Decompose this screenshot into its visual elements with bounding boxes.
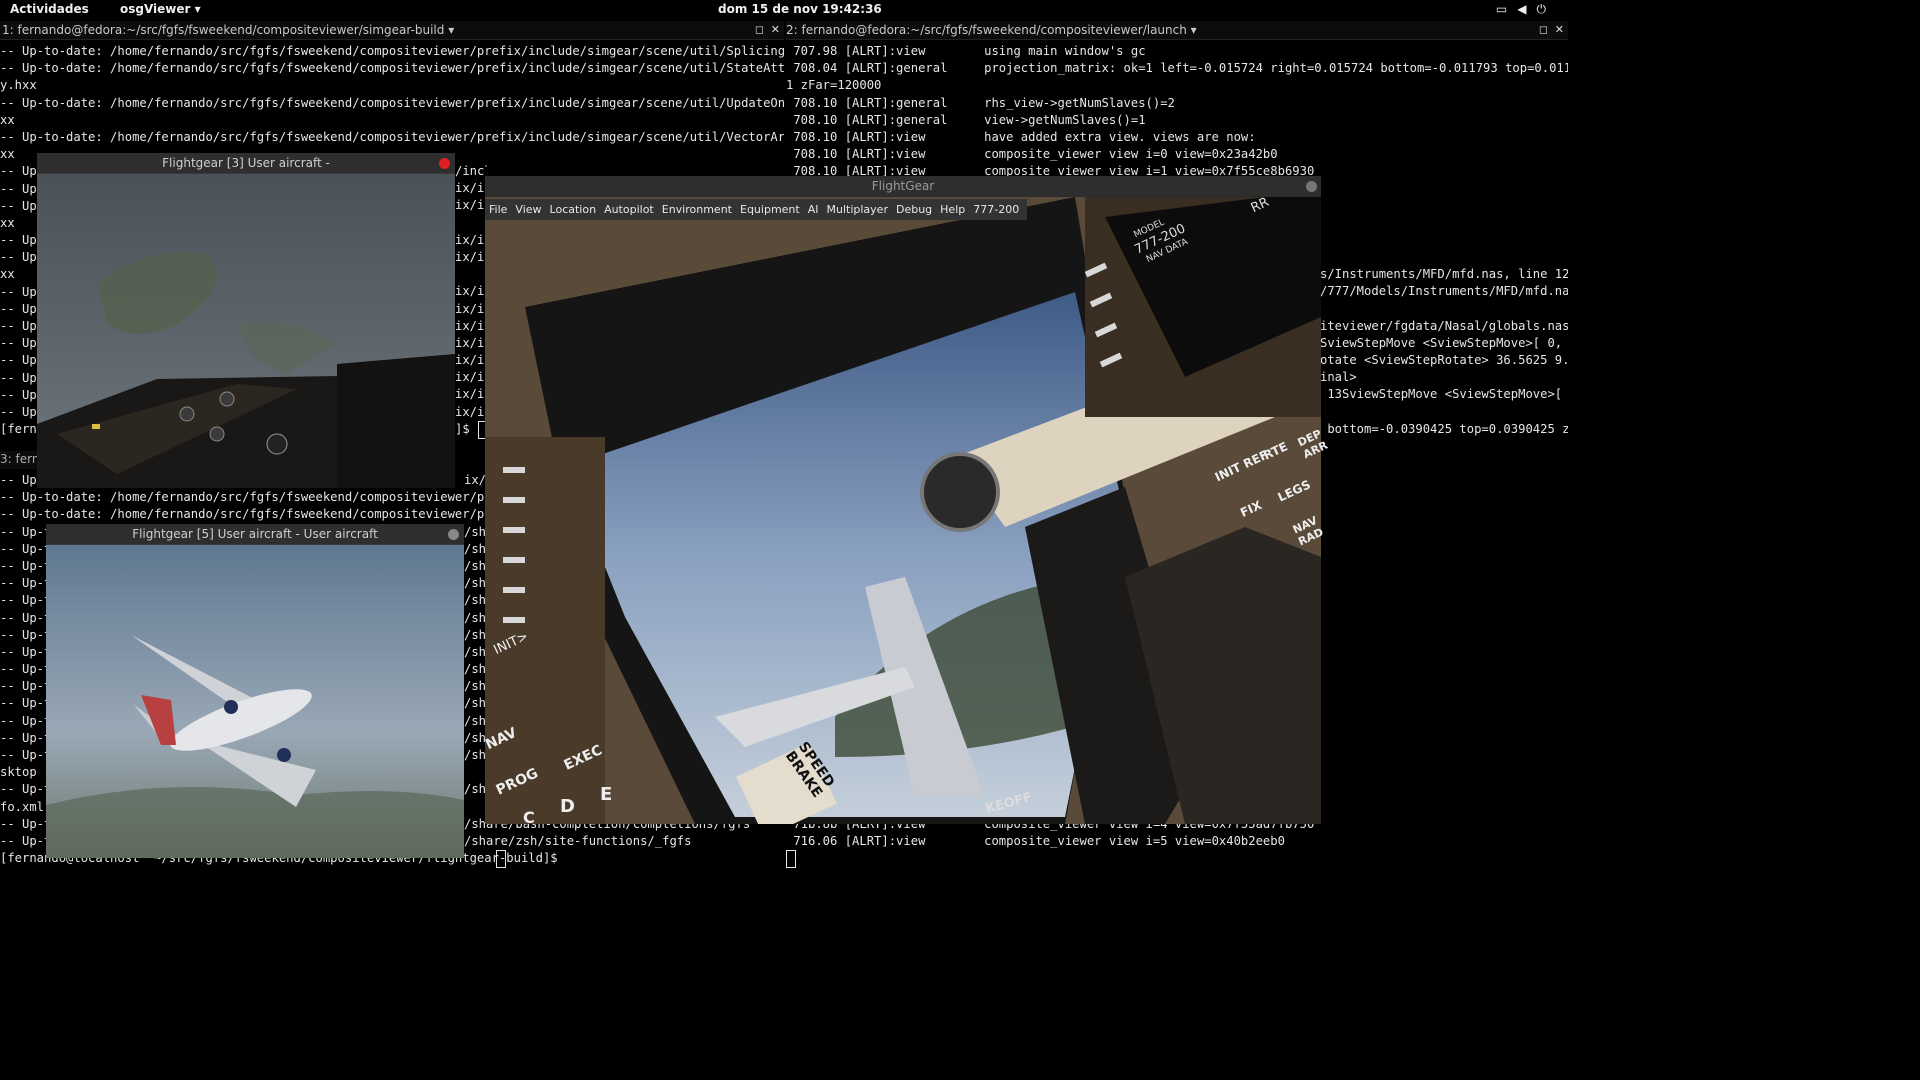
app-menu[interactable]: osgViewer ▾ xyxy=(120,2,201,16)
terminal-line: ix/in xyxy=(455,353,487,368)
close-icon[interactable] xyxy=(448,529,459,540)
terminal-line: ix/in xyxy=(455,335,487,350)
terminal-line: ix/in xyxy=(455,387,487,402)
terminal-line: 708.04 [ALRT]:general projection_matrix:… xyxy=(793,61,1568,76)
menu-item-multiplayer[interactable]: Multiplayer xyxy=(827,203,888,216)
close-icon[interactable]: ✕ xyxy=(771,21,780,39)
close-icon[interactable] xyxy=(439,158,450,169)
terminal-line: 707.98 [ALRT]:view using main window's g… xyxy=(786,44,1146,58)
terminal-line: ix/in xyxy=(455,301,487,316)
close-icon[interactable] xyxy=(1306,181,1317,192)
flightgear-window-5[interactable]: Flightgear [5] User aircraft - User airc… xyxy=(46,524,464,858)
window-title[interactable]: FlightGear xyxy=(485,176,1321,196)
terminal-line: -- Up-to-date: /home/fernando/src/fgfs/f… xyxy=(0,95,784,110)
terminal-line: /share/zsh/site-functions/_fgfs xyxy=(464,833,692,848)
window-icon[interactable]: ▭ xyxy=(1496,2,1517,16)
terminal-line: ix/in xyxy=(455,232,487,247)
chase-view-5[interactable] xyxy=(46,545,464,858)
terminal-line: 708.10 [ALRT]:view composite_viewer view… xyxy=(786,147,1278,162)
terminal-line: 708.10 [ALRT]:general view->getNumSlaves… xyxy=(786,112,1146,127)
top-bar: Actividades osgViewer ▾ dom 15 de nov 19… xyxy=(0,0,1568,21)
terminal-1-title: 1: fernando@fedora:~/src/fgfs/fsweekend/… xyxy=(2,23,445,37)
terminal-line: -- Up-to-date: /home/fernando/src/fgfs/f… xyxy=(0,61,784,76)
flightgear-window-3[interactable]: Flightgear [3] User aircraft - xyxy=(37,153,455,488)
terminal-cursor xyxy=(786,850,796,868)
terminal-line: y.hxx xyxy=(0,78,37,93)
d-key[interactable]: D xyxy=(560,796,575,817)
menu-item-autopilot[interactable]: Autopilot xyxy=(604,203,654,216)
terminal-line: ix/in xyxy=(455,284,487,299)
maximize-icon[interactable]: ◻ xyxy=(1539,21,1548,39)
flightgear-menu-bar[interactable]: File View Location Autopilot Environment Equi… xyxy=(485,199,1028,220)
terminal-2-tab[interactable]: 2: fernando@fedora:~/src/fgfs/fsweekend/… xyxy=(786,21,1568,40)
terminal-line: xx xyxy=(0,112,15,127)
menu-item-location[interactable]: Location xyxy=(550,203,597,216)
terminal-line: ix/in xyxy=(455,198,487,213)
menu-item-777-200[interactable]: 777-200 xyxy=(973,203,1019,216)
maximize-icon[interactable]: ◻ xyxy=(755,21,764,39)
window-title[interactable]: Flightgear [3] User aircraft - xyxy=(37,153,455,173)
menu-item-view[interactable]: View xyxy=(515,203,541,216)
terminal-line: s/Instruments/MFD/mfd.nas, line 122 xyxy=(1320,267,1568,281)
menu-item-environment[interactable]: Environment xyxy=(662,203,732,216)
terminal-line: ix/in xyxy=(455,370,487,385)
window-title[interactable]: Flightgear [5] User aircraft - User airc… xyxy=(46,524,464,544)
terminal-line: ix/in xyxy=(455,249,487,264)
menu-item-help[interactable]: Help xyxy=(940,203,965,216)
e-key[interactable]: E xyxy=(600,784,612,805)
cockpit-view-3[interactable] xyxy=(37,174,455,488)
terminal-line: otate <SviewStepRotate> 36.5625 9.140 xyxy=(1320,352,1568,367)
terminal-line: iteviewer/fgdata/Nasal/globals.nas, l xyxy=(1320,318,1568,333)
menu-item-debug[interactable]: Debug xyxy=(896,203,932,216)
terminal-line: -- Up-to-date: /home/fernando/src/fgfs/f… xyxy=(0,129,784,144)
terminal-line: inal> xyxy=(1320,370,1357,385)
menu-item-equipment[interactable]: Equipment xyxy=(740,203,800,216)
chevron-down-icon[interactable]: ▾ xyxy=(444,23,454,37)
flightgear-main-window[interactable]: FlightGear MODEL 777-200 NAV DATA RR INI… xyxy=(483,176,1330,827)
terminal-3-title[interactable]: 3: fern xyxy=(0,451,40,469)
terminal-1-output-right: /include/simgear/scene/util/project.hxx i… xyxy=(455,163,487,445)
system-tray[interactable]: ▭◀⏻ xyxy=(1496,2,1556,17)
terminal-line: ix/in xyxy=(455,404,487,419)
terminal-line: 708.10 [ALRT]:view have added extra view… xyxy=(786,129,1256,144)
cockpit-view-main[interactable] xyxy=(485,197,1321,824)
activities-button[interactable]: Actividades xyxy=(10,2,89,16)
menu-item-ai[interactable]: AI xyxy=(808,203,819,216)
terminal-line: /include/simgear/scene/util/project.hxx xyxy=(455,164,487,178)
terminal-line: SviewStepMove <SviewStepMove>[ 0, 0, xyxy=(1320,335,1568,350)
terminal-line: /777/Models/Instruments/MFD/mfd.nas, xyxy=(1320,284,1568,299)
terminal-1-tab[interactable]: 1: fernando@fedora:~/src/fgfs/fsweekend/… xyxy=(0,21,784,40)
terminal-line: ix/in xyxy=(455,181,487,196)
terminal-2-output-right: s/Instruments/MFD/mfd.nas, line 122/777/… xyxy=(1320,266,1568,686)
terminal-line: 1 zFar=120000 xyxy=(786,78,882,93)
terminal-line: 708.10 [ALRT]:general rhs_view->getNumSl… xyxy=(786,95,1175,110)
terminal-cursor xyxy=(496,850,506,868)
clock[interactable]: dom 15 de nov 19:42:36 xyxy=(718,2,882,16)
terminal-line: ix/in xyxy=(455,318,487,333)
terminal-2-title: 2: fernando@fedora:~/src/fgfs/fsweekend/… xyxy=(786,23,1187,37)
close-icon[interactable]: ✕ xyxy=(1555,21,1564,39)
terminal-line: -- Up-to-date: /home/fernando/src/fgfs/f… xyxy=(0,44,784,58)
terminal-line: 13SviewStepMove <SviewStepMove>[ 0, xyxy=(1320,387,1568,402)
terminal-line: 716.06 [ALRT]:view composite_viewer view… xyxy=(786,834,1285,849)
chevron-down-icon[interactable]: ▾ xyxy=(1187,23,1197,37)
menu-item-file[interactable]: File xyxy=(489,203,507,216)
volume-icon[interactable]: ◀ xyxy=(1517,2,1536,16)
power-icon[interactable]: ⏻ xyxy=(1537,2,1557,16)
terminal-2-output[interactable]: 707.98 [ALRT]:view using main window's g… xyxy=(786,43,1568,183)
terminal-line: bottom=-0.0390425 top=0.0390425 zNea xyxy=(1320,421,1568,436)
c-key[interactable]: C xyxy=(523,808,535,827)
